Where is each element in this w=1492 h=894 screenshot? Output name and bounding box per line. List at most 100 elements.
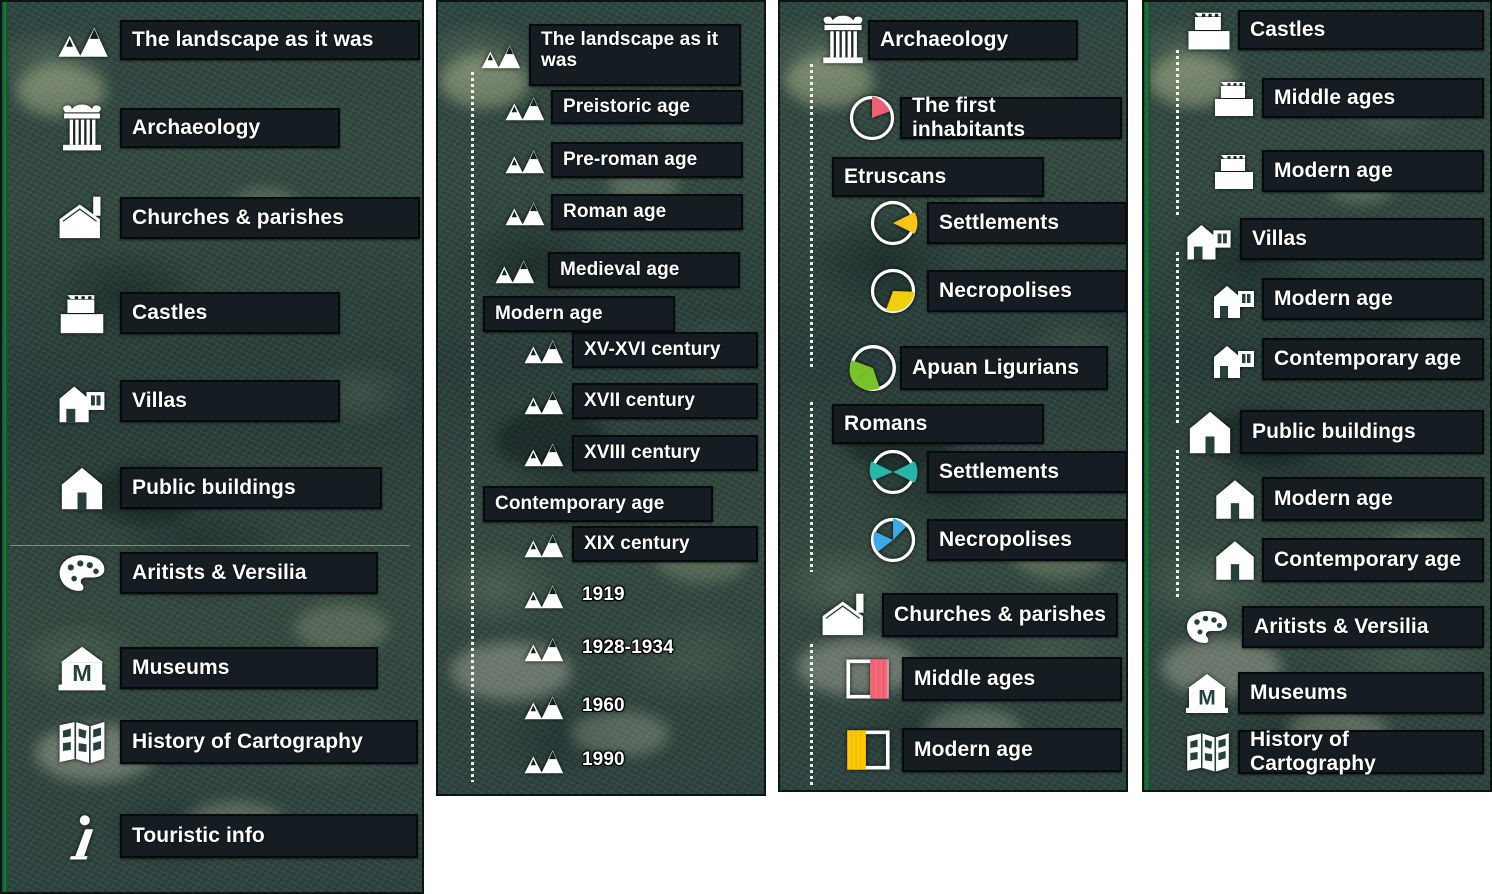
church-icon: [817, 587, 873, 643]
legend-item-1990[interactable]: 1990: [572, 742, 692, 778]
castle-icon: [1209, 73, 1259, 123]
mountains-icon: [54, 12, 110, 68]
castle-icon: [1182, 3, 1236, 57]
mountains-icon: [521, 431, 565, 475]
legend-item-the-landscape-as-it-was[interactable]: The landscape as it was: [529, 24, 741, 86]
legend-item-history-of-cartography[interactable]: History of Cartography: [120, 720, 418, 764]
column-icon: [54, 100, 110, 156]
legend-item-1928-1934[interactable]: 1928-1934: [572, 630, 692, 666]
legend-item-castles[interactable]: Castles: [1238, 10, 1484, 50]
tree-connector-dotted-line: [1176, 252, 1179, 424]
legend-item-roman-age[interactable]: Roman age: [551, 194, 743, 230]
mountains-icon: [502, 190, 546, 234]
palette-icon: [1182, 602, 1232, 652]
legend-item-villas[interactable]: Villas: [1240, 218, 1484, 260]
svg-text:M: M: [1198, 687, 1216, 710]
pie-green-icon: [845, 340, 901, 396]
legend-panel-main-themes: The landscape as it was Archaeology Church…: [0, 0, 424, 894]
mountains-icon: [521, 626, 565, 670]
legend-panels-root: The landscape as it was Archaeology Church…: [0, 0, 1492, 894]
legend-item-xix-century[interactable]: XIX century: [572, 526, 758, 562]
legend-item-museums[interactable]: Museums: [120, 647, 378, 689]
legend-item-churches-parishes[interactable]: Churches & parishes: [882, 593, 1118, 637]
tree-connector-dotted-line: [471, 72, 474, 782]
legend-item-castles[interactable]: Castles: [120, 292, 340, 334]
tree-connector-dotted-line: [1176, 50, 1179, 218]
legend-item-modern-age[interactable]: Modern age: [1262, 477, 1484, 521]
legend-item-contemporary-age[interactable]: Contemporary age: [1262, 538, 1484, 582]
legend-item-public-buildings[interactable]: Public buildings: [1240, 410, 1484, 454]
legend-item-xvii-century[interactable]: XVII century: [572, 383, 758, 419]
legend-item-modern-age[interactable]: Modern age: [902, 728, 1122, 772]
legend-item-apuan-ligurians[interactable]: Apuan Ligurians: [900, 346, 1108, 390]
legend-item-archaeology[interactable]: Archaeology: [868, 20, 1078, 60]
legend-item-xv-xvi-century[interactable]: XV-XVI century: [572, 332, 758, 368]
map-icon: [1182, 726, 1234, 778]
legend-item-settlements[interactable]: Settlements: [927, 202, 1126, 244]
museum-icon: M: [1182, 668, 1232, 718]
square-yellow-icon: [842, 724, 894, 776]
legend-item-middle-ages[interactable]: Middle ages: [1262, 78, 1484, 118]
legend-item-necropolises[interactable]: Necropolises: [927, 270, 1126, 312]
legend-item-churches-parishes[interactable]: Churches & parishes: [120, 197, 420, 239]
legend-item-necropolises[interactable]: Necropolises: [927, 519, 1126, 561]
legend-item-aritists-versilia[interactable]: Aritists & Versilia: [1242, 606, 1484, 648]
legend-item-touristic-info[interactable]: Touristic info: [120, 814, 418, 858]
public-building-icon: [54, 460, 110, 516]
villa-icon: [1209, 274, 1259, 324]
legend-item-aritists-versilia[interactable]: Aritists & Versilia: [120, 552, 378, 594]
legend-item-settlements[interactable]: Settlements: [927, 451, 1126, 493]
legend-item-1919[interactable]: 1919: [572, 577, 692, 613]
legend-item-history-of-cartography[interactable]: History of Cartography: [1238, 728, 1484, 775]
svg-text:M: M: [72, 660, 92, 686]
legend-item-archaeology[interactable]: Archaeology: [120, 108, 340, 148]
legend-item-middle-ages[interactable]: Middle ages: [902, 657, 1122, 701]
green-boundary-stripe: [2, 2, 9, 892]
legend-panel-buildings-and-culture: Castles Middle ages Modern age Villas Modern…: [1142, 0, 1492, 792]
legend-item-pre-roman-age[interactable]: Pre-roman age: [551, 142, 743, 178]
mountains-icon: [521, 738, 565, 782]
column-icon: [814, 11, 872, 69]
tree-connector-dotted-line: [810, 64, 813, 370]
castle-icon: [54, 285, 110, 341]
legend-item-modern-age[interactable]: Modern age: [1262, 278, 1484, 320]
legend-item-modern-age[interactable]: Modern age: [483, 296, 675, 332]
square-pink-icon: [842, 653, 894, 705]
museum-icon: M: [54, 640, 110, 696]
legend-item-etruscans[interactable]: Etruscans: [832, 157, 1044, 197]
legend-item-modern-age[interactable]: Modern age: [1262, 150, 1484, 192]
mountains-icon: [492, 248, 536, 292]
green-boundary-stripe: [1144, 2, 1151, 790]
tree-connector-dotted-line: [1176, 450, 1179, 598]
legend-item-romans[interactable]: Romans: [832, 404, 1044, 444]
legend-item-museums[interactable]: Museums: [1238, 672, 1484, 714]
legend-item-xviii-century[interactable]: XVIII century: [572, 435, 758, 471]
legend-item-1960[interactable]: 1960: [572, 688, 692, 724]
pie-pink-icon: [845, 91, 899, 145]
mountains-icon: [502, 85, 546, 129]
legend-item-the-first-inhabitants[interactable]: The first inhabitants: [900, 94, 1122, 141]
mountains-icon: [521, 328, 565, 372]
pie-yellow-icon: [866, 196, 920, 250]
villa-icon: [1182, 212, 1236, 266]
legend-item-public-buildings[interactable]: Public buildings: [120, 467, 382, 509]
public-building-icon: [1209, 534, 1261, 586]
tree-connector-dotted-line: [810, 402, 813, 572]
legend-item-medieval-age[interactable]: Medieval age: [548, 252, 740, 288]
pie-blue-icon: [866, 513, 920, 567]
legend-item-villas[interactable]: Villas: [120, 380, 340, 422]
church-icon: [54, 190, 110, 246]
tree-connector-dotted-line: [810, 644, 813, 786]
pie-teal-icon: [866, 445, 920, 499]
mountains-icon: [521, 522, 565, 566]
legend-item-contemporary-age[interactable]: Contemporary age: [1262, 338, 1484, 380]
public-building-icon: [1209, 473, 1261, 525]
legend-item-preistoric-age[interactable]: Preistoric age: [551, 90, 743, 124]
legend-item-the-landscape-as-it-was[interactable]: The landscape as it was: [120, 20, 420, 60]
castle-icon: [1209, 146, 1259, 196]
legend-item-contemporary-age[interactable]: Contemporary age: [483, 486, 713, 522]
mountains-icon: [521, 573, 565, 617]
satellite-texture-blotch: [293, 603, 389, 652]
pie-yellow2-icon: [866, 264, 920, 318]
mountains-icon: [521, 684, 565, 728]
